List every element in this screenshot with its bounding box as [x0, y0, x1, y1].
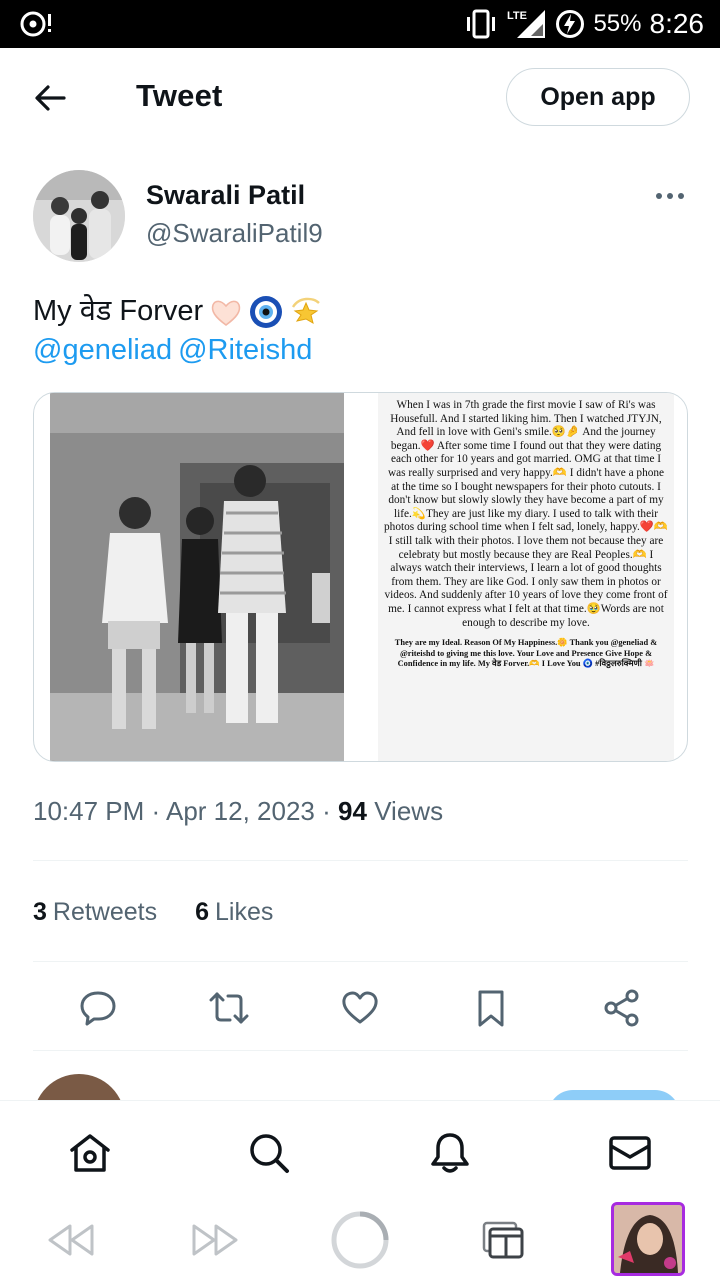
likes-count: 6	[195, 898, 210, 926]
nav-home[interactable]	[68, 1131, 112, 1175]
tweet-metadata: 10:47 PM · Apr 12, 2023 · 94 Views	[33, 796, 443, 827]
dot	[656, 193, 662, 199]
fast-forward-icon	[192, 1224, 238, 1256]
heart-hands-emoji-icon	[211, 300, 241, 326]
recent-apps-button[interactable]	[474, 1210, 534, 1270]
tweet-time[interactable]: 10:47 PM	[33, 796, 144, 826]
reply-button[interactable]	[76, 986, 120, 1030]
tweet-date[interactable]: Apr 12, 2023	[166, 796, 315, 826]
tweet-text-line: My वेड Forver	[33, 295, 204, 327]
retweets-label: Retweets	[52, 898, 158, 926]
avatar[interactable]	[33, 170, 125, 262]
likes-link[interactable]: 6 Likes	[195, 898, 273, 927]
retweets-link[interactable]: 3 Retweets	[33, 898, 157, 927]
divider	[33, 860, 688, 861]
clock: 8:26	[649, 8, 705, 39]
avatar-photo	[33, 170, 125, 262]
vibrate-icon	[467, 9, 496, 39]
retweets-count: 3	[33, 898, 47, 926]
lte-signal-icon: LTE	[507, 10, 546, 38]
fast-forward-button[interactable]	[186, 1210, 246, 1270]
like-button[interactable]	[338, 986, 382, 1030]
tabs-icon	[482, 1221, 524, 1259]
share-icon	[604, 989, 639, 1027]
note-footer-text: They are my Ideal. Reason Of My Happines…	[394, 638, 658, 668]
engagement-stats: 3 Retweets 6 Likes	[33, 898, 273, 927]
dizzy-emoji-icon	[292, 297, 321, 324]
mention-link[interactable]: @geneliad	[33, 331, 172, 370]
nav-search[interactable]	[247, 1131, 291, 1175]
svg-text:LTE: LTE	[507, 10, 527, 22]
rewind-icon	[48, 1224, 94, 1256]
tweet-media[interactable]: When I was in 7th grade the first movie …	[33, 392, 688, 762]
family-photo-illustration	[50, 393, 344, 761]
note-main-text: When I was in 7th grade the first movie …	[384, 399, 668, 629]
media-notification-icon	[20, 11, 51, 37]
home-system-button[interactable]	[330, 1210, 390, 1270]
nazar-amulet-emoji-icon	[250, 295, 283, 328]
bookmark-button[interactable]	[469, 986, 513, 1030]
likes-label: Likes	[215, 898, 274, 926]
separator: ·	[322, 796, 331, 826]
page-title: Tweet	[136, 78, 223, 113]
tweet-action-bar	[0, 980, 720, 1036]
dot	[667, 193, 673, 199]
battery-percent: 55%	[593, 10, 642, 37]
search-icon	[250, 1134, 289, 1173]
retweet-button[interactable]	[207, 986, 251, 1030]
nav-notifications[interactable]	[428, 1131, 472, 1175]
circle-home-icon	[331, 1211, 389, 1269]
bookmark-icon	[478, 990, 504, 1027]
heart-icon	[342, 991, 378, 1024]
author-handle[interactable]: @SwaraliPatil9	[146, 218, 323, 249]
battery-charging-icon	[556, 10, 585, 38]
retweet-icon	[209, 992, 249, 1024]
top-app-bar: Tweet Open app	[0, 48, 720, 146]
recent-app-thumbnail[interactable]	[611, 1202, 685, 1276]
bell-icon	[431, 1133, 469, 1173]
divider	[33, 961, 688, 962]
home-icon	[70, 1134, 110, 1172]
views-label: Views	[374, 796, 444, 826]
mention-link[interactable]: @Riteishd	[178, 331, 312, 370]
arrow-left-icon	[35, 85, 66, 111]
app-thumbnail-image	[614, 1205, 682, 1273]
note-image: When I was in 7th grade the first movie …	[378, 393, 674, 761]
status-bar: LTE 55% 8:26	[0, 0, 720, 48]
rewind-button[interactable]	[40, 1210, 100, 1270]
views-count: 94	[338, 796, 367, 826]
open-app-button[interactable]: Open app	[506, 68, 690, 126]
dot	[678, 193, 684, 199]
author-display-name[interactable]: Swarali Patil	[146, 180, 305, 211]
share-button[interactable]	[600, 986, 644, 1030]
photo-image	[50, 393, 344, 761]
more-options-button[interactable]	[648, 182, 692, 210]
mail-icon	[609, 1136, 651, 1170]
bottom-navigation	[0, 1100, 720, 1200]
tweet-text: My वेड Forver @geneliad @Riteishd	[33, 292, 323, 370]
divider	[33, 1050, 688, 1051]
nav-messages[interactable]	[608, 1131, 652, 1175]
separator: ·	[151, 796, 161, 826]
reply-icon	[80, 991, 116, 1026]
back-button[interactable]	[28, 76, 72, 120]
